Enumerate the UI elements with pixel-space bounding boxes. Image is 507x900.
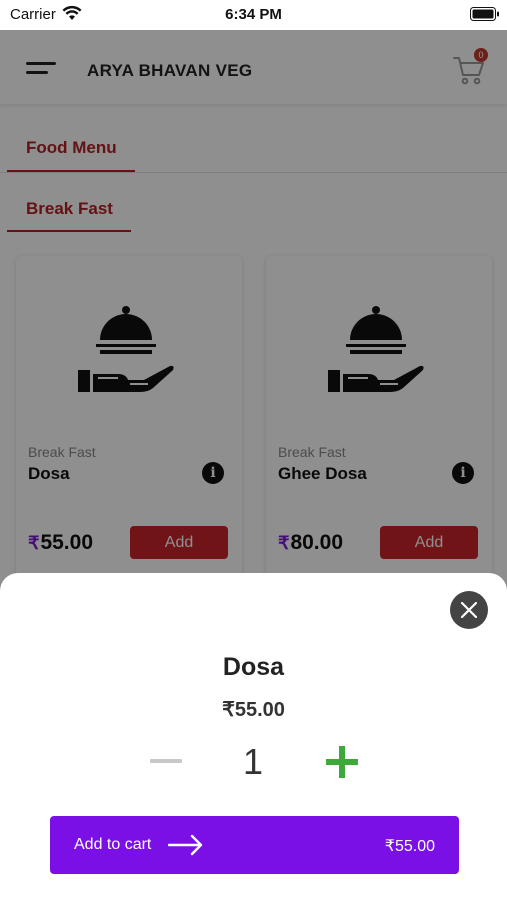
close-icon (461, 602, 477, 618)
cart-total: ₹55.00 (384, 838, 435, 855)
sheet-item-name: Dosa (222, 653, 285, 681)
quantity-value: 1 (242, 741, 264, 782)
close-button[interactable] (450, 591, 488, 629)
status-bar: Carrier 6:34 PM (0, 0, 507, 30)
item-bottom-sheet: Dosa ₹55.00 1 Add to cart ₹55.00 (0, 573, 507, 900)
increase-quantity-button[interactable] (326, 746, 358, 778)
add-to-cart-label: Add to cart (74, 836, 152, 853)
battery-icon (470, 7, 499, 21)
status-time: 6:34 PM (225, 6, 282, 23)
decrease-quantity-button[interactable] (150, 759, 182, 763)
sheet-item-price: ₹55.00 (222, 699, 285, 721)
add-to-cart-button[interactable]: Add to cart ₹55.00 (50, 816, 459, 874)
arrow-right-icon (168, 834, 203, 856)
